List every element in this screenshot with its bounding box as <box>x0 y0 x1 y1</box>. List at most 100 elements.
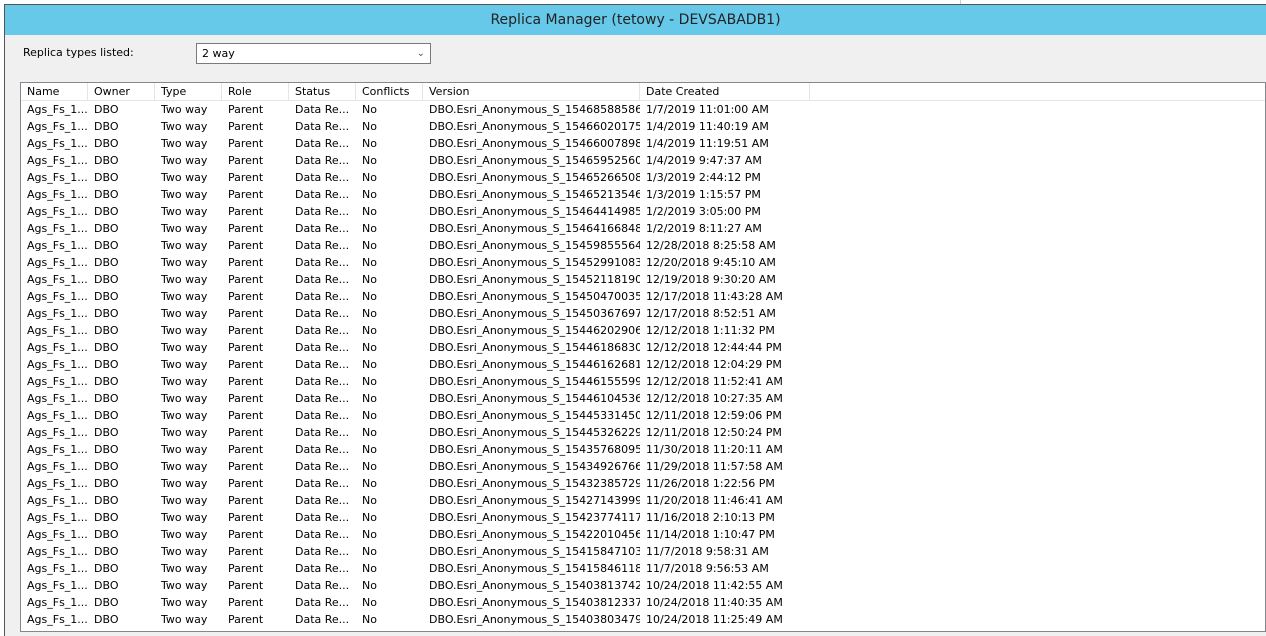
cell-date-created: 1/4/2019 11:19:51 AM <box>646 137 769 150</box>
cell-status: Data Re... <box>295 290 350 303</box>
cell-date-created: 11/29/2018 11:57:58 AM <box>646 460 783 473</box>
cell-version: DBO.Esri_Anonymous_S_1544616268170 <box>429 358 640 371</box>
table-row[interactable]: Ags_Fs_1... DBO Two way Parent Data Re... No D… <box>21 594 1265 611</box>
table-row[interactable]: Ags_Fs_1... DBO Two way Parent Data Re... No D… <box>21 101 1265 118</box>
cell-version: DBO.Esri_Anonymous_S_1540381374220 <box>429 579 640 592</box>
cell-status: Data Re... <box>295 426 350 439</box>
table-row[interactable]: Ags_Fs_1... DBO Two way Parent Data Re... No D… <box>21 441 1265 458</box>
table-row[interactable]: Ags_Fs_1... DBO Two way Parent Data Re... No D… <box>21 390 1265 407</box>
cell-role: Parent <box>228 579 264 592</box>
table-row[interactable]: Ags_Fs_1... DBO Two way Parent Data Re... No D… <box>21 305 1265 322</box>
table-row[interactable]: Ags_Fs_1... DBO Two way Parent Data Re... No D… <box>21 237 1265 254</box>
table-row[interactable]: Ags_Fs_1... DBO Two way Parent Data Re... No D… <box>21 526 1265 543</box>
table-row[interactable]: Ags_Fs_1... DBO Two way Parent Data Re... No D… <box>21 118 1265 135</box>
cell-type: Two way <box>161 443 208 456</box>
cell-name: Ags_Fs_1... <box>27 120 88 133</box>
cell-owner: DBO <box>94 545 119 558</box>
column-header-type[interactable]: Type <box>155 83 222 100</box>
cell-role: Parent <box>228 375 264 388</box>
table-row[interactable]: Ags_Fs_1... DBO Two way Parent Data Re... No D… <box>21 254 1265 271</box>
cell-type: Two way <box>161 103 208 116</box>
replica-types-label: Replica types listed: <box>23 46 134 59</box>
cell-name: Ags_Fs_1... <box>27 358 88 371</box>
replica-list[interactable]: Name Owner Type Role Status Conflicts Version D… <box>20 82 1266 632</box>
cell-status: Data Re... <box>295 545 350 558</box>
cell-version: DBO.Esri_Anonymous_S_1546416684817 <box>429 222 640 235</box>
cell-date-created: 12/17/2018 8:52:51 AM <box>646 307 776 320</box>
cell-conflicts: No <box>362 596 377 609</box>
table-row[interactable]: Ags_Fs_1... DBO Two way Parent Data Re... No D… <box>21 611 1265 628</box>
table-row[interactable]: Ags_Fs_1... DBO Two way Parent Data Re... No D… <box>21 186 1265 203</box>
cell-version: DBO.Esri_Anonymous_S_1546595256040 <box>429 154 640 167</box>
chevron-down-icon: ⌄ <box>416 48 425 59</box>
cell-role: Parent <box>228 494 264 507</box>
cell-name: Ags_Fs_1... <box>27 579 88 592</box>
table-row[interactable]: Ags_Fs_1... DBO Two way Parent Data Re... No D… <box>21 322 1265 339</box>
cell-conflicts: No <box>362 120 377 133</box>
cell-date-created: 10/24/2018 11:25:49 AM <box>646 613 783 626</box>
cell-conflicts: No <box>362 443 377 456</box>
table-row[interactable]: Ags_Fs_1... DBO Two way Parent Data Re... No D… <box>21 271 1265 288</box>
table-row[interactable]: Ags_Fs_1... DBO Two way Parent Data Re... No D… <box>21 475 1265 492</box>
table-row[interactable]: Ags_Fs_1... DBO Two way Parent Data Re... No D… <box>21 492 1265 509</box>
cell-role: Parent <box>228 239 264 252</box>
cell-status: Data Re... <box>295 205 350 218</box>
cell-date-created: 1/4/2019 9:47:37 AM <box>646 154 762 167</box>
cell-name: Ags_Fs_1... <box>27 137 88 150</box>
cell-conflicts: No <box>362 171 377 184</box>
cell-owner: DBO <box>94 120 119 133</box>
table-row[interactable]: Ags_Fs_1... DBO Two way Parent Data Re... No D… <box>21 169 1265 186</box>
cell-version: DBO.Esri_Anonymous_S_1542201045647 <box>429 528 640 541</box>
cell-owner: DBO <box>94 290 119 303</box>
column-header-name[interactable]: Name <box>21 83 88 100</box>
column-header-role[interactable]: Role <box>222 83 289 100</box>
cell-status: Data Re... <box>295 171 350 184</box>
table-row[interactable]: Ags_Fs_1... DBO Two way Parent Data Re... No D… <box>21 152 1265 169</box>
column-header-version[interactable]: Version <box>423 83 640 100</box>
cell-date-created: 11/7/2018 9:56:53 AM <box>646 562 769 575</box>
column-header-date-created[interactable]: Date Created <box>640 83 810 100</box>
column-header-conflicts[interactable]: Conflicts <box>356 83 423 100</box>
cell-owner: DBO <box>94 341 119 354</box>
table-row[interactable]: Ags_Fs_1... DBO Two way Parent Data Re... No D… <box>21 220 1265 237</box>
cell-version: DBO.Esri_Anonymous_S_1544615559940 <box>429 375 640 388</box>
cell-version: DBO.Esri_Anonymous_S_1541584611800 <box>429 562 640 575</box>
column-header-owner[interactable]: Owner <box>88 83 155 100</box>
cell-role: Parent <box>228 256 264 269</box>
cell-role: Parent <box>228 137 264 150</box>
cell-status: Data Re... <box>295 358 350 371</box>
cell-role: Parent <box>228 120 264 133</box>
table-row[interactable]: Ags_Fs_1... DBO Two way Parent Data Re... No D… <box>21 509 1265 526</box>
table-row[interactable]: Ags_Fs_1... DBO Two way Parent Data Re... No D… <box>21 339 1265 356</box>
cell-version: DBO.Esri_Anonymous_S_1546441498527 <box>429 205 640 218</box>
table-row[interactable]: Ags_Fs_1... DBO Two way Parent Data Re... No D… <box>21 577 1265 594</box>
table-row[interactable]: Ags_Fs_1... DBO Two way Parent Data Re... No D… <box>21 356 1265 373</box>
cell-date-created: 11/14/2018 1:10:47 PM <box>646 528 775 541</box>
table-row[interactable]: Ags_Fs_1... DBO Two way Parent Data Re... No D… <box>21 288 1265 305</box>
table-row[interactable]: Ags_Fs_1... DBO Two way Parent Data Re... No D… <box>21 407 1265 424</box>
cell-name: Ags_Fs_1... <box>27 426 88 439</box>
table-row[interactable]: Ags_Fs_1... DBO Two way Parent Data Re... No D… <box>21 203 1265 220</box>
cell-owner: DBO <box>94 239 119 252</box>
table-row[interactable]: Ags_Fs_1... DBO Two way Parent Data Re... No D… <box>21 135 1265 152</box>
cell-conflicts: No <box>362 205 377 218</box>
cell-conflicts: No <box>362 426 377 439</box>
replica-types-select[interactable]: 2 way ⌄ <box>196 43 431 64</box>
cell-type: Two way <box>161 307 208 320</box>
table-row[interactable]: Ags_Fs_1... DBO Two way Parent Data Re... No D… <box>21 543 1265 560</box>
cell-version: DBO.Esri_Anonymous_S_1540381233760 <box>429 596 640 609</box>
cell-owner: DBO <box>94 137 119 150</box>
replica-types-value: 2 way <box>202 47 235 60</box>
column-header-status[interactable]: Status <box>289 83 356 100</box>
cell-owner: DBO <box>94 511 119 524</box>
table-row[interactable]: Ags_Fs_1... DBO Two way Parent Data Re... No D… <box>21 560 1265 577</box>
table-row[interactable]: Ags_Fs_1... DBO Two way Parent Data Re... No D… <box>21 424 1265 441</box>
cell-owner: DBO <box>94 613 119 626</box>
table-row[interactable]: Ags_Fs_1... DBO Two way Parent Data Re... No D… <box>21 458 1265 475</box>
cell-conflicts: No <box>362 392 377 405</box>
cell-owner: DBO <box>94 409 119 422</box>
cell-version: DBO.Esri_Anonymous_S_1544618683043 <box>429 341 640 354</box>
table-row[interactable]: Ags_Fs_1... DBO Two way Parent Data Re... No D… <box>21 373 1265 390</box>
cell-name: Ags_Fs_1... <box>27 375 88 388</box>
cell-name: Ags_Fs_1... <box>27 562 88 575</box>
